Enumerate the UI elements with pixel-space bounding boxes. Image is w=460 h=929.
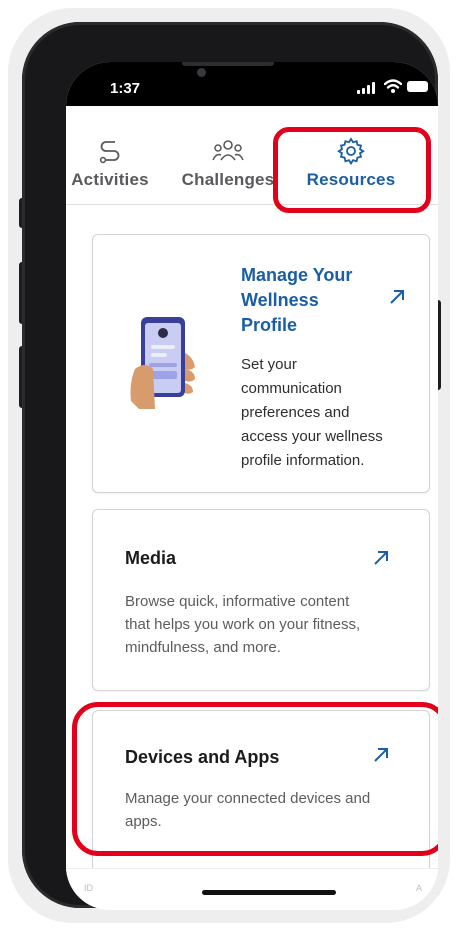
manage-wellness-profile-card[interactable]: Manage Your Wellness Profile Set your co… [92,234,430,493]
media-desc-line: mindfulness, and more. [125,639,281,656]
speaker-grille [182,62,274,66]
resources-tab-highlight [273,127,431,213]
wellness-desc-line: access your wellness [241,428,383,445]
wellness-desc-line: Set your [241,356,297,373]
status-time: 1:37 [110,80,141,97]
wellness-desc-line: preferences and [241,404,350,421]
wellness-title-line: Manage Your [241,265,353,285]
tab-challenges-label: Challenges [181,170,275,189]
devices-card-highlight [72,702,438,856]
home-indicator[interactable] [202,890,336,895]
tab-activities[interactable]: Activities [66,136,162,190]
hand-holding-phone-illustration [130,317,195,409]
tab-activities-label: Activities [71,170,149,189]
status-bar: 1:37 [66,62,438,106]
group-icon [212,140,244,161]
media-card-title: Media [125,548,177,568]
media-desc-line: that helps you work on your fitness, [125,616,361,633]
front-camera [197,68,206,77]
media-card[interactable]: Media Browse quick, informative content … [92,509,430,691]
bottom-right-hint: A [416,883,423,893]
arrow-up-right-icon [374,551,388,565]
phone-frame: 1:37 Activities Challenges Resources Man… [22,22,438,910]
wellness-card-description: Set your communication preferences and a… [241,353,421,473]
wellness-card-title: Manage Your Wellness Profile [241,263,391,338]
tab-challenges[interactable]: Challenges [174,136,282,190]
battery-icon [407,81,428,92]
arrow-up-right-icon [390,290,404,304]
route-icon [99,141,120,164]
wellness-desc-line: profile information. [241,452,365,469]
wellness-title-line: Profile [241,315,298,335]
phone-screen: 1:37 Activities Challenges Resources Man… [66,62,438,910]
media-card-description: Browse quick, informative content that h… [125,590,415,659]
wellness-title-line: Wellness [241,290,319,310]
wellness-desc-line: communication [241,380,342,397]
bottom-left-hint: ID [84,883,93,893]
signal-icon [357,82,379,94]
bottom-strip: ID A [66,868,438,910]
wifi-icon [384,79,402,93]
media-desc-line: Browse quick, informative content [125,593,350,610]
